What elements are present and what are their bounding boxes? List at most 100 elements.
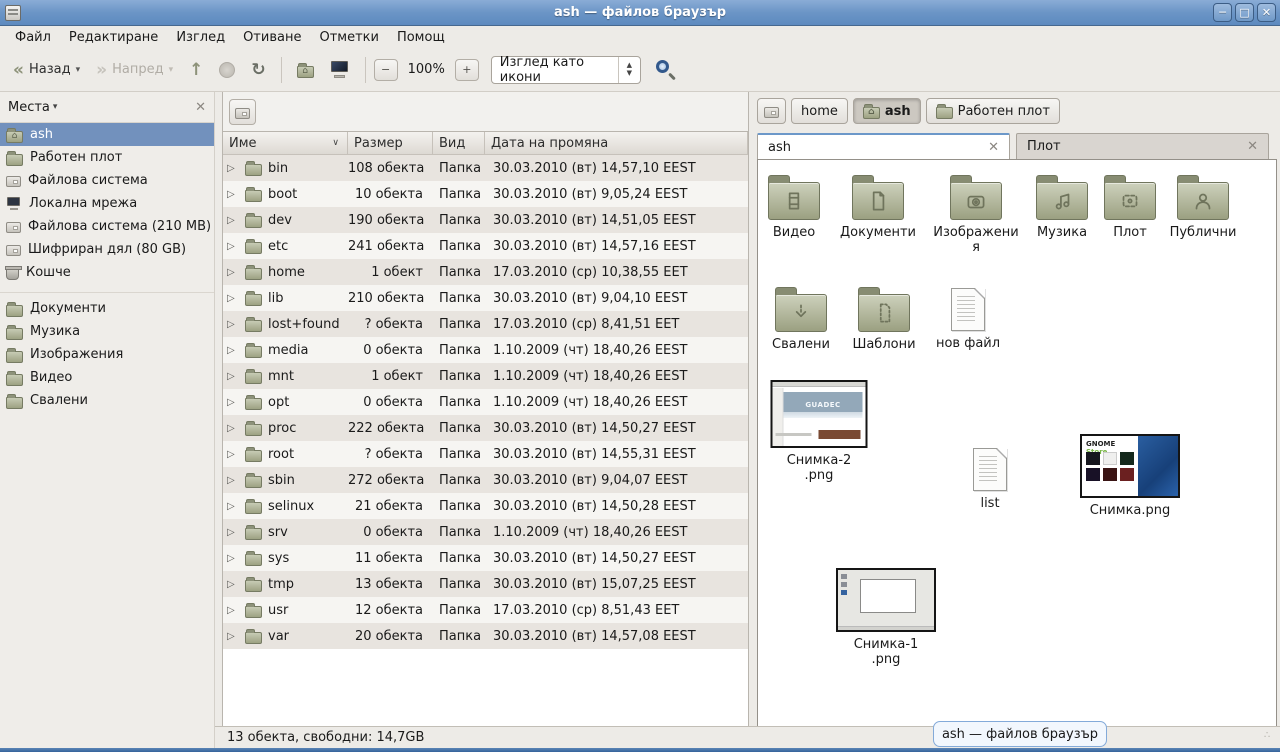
back-button[interactable]: « Назад ▾: [6, 57, 87, 82]
expander-icon[interactable]: ▷: [227, 189, 239, 200]
file-item[interactable]: Плот: [1100, 174, 1160, 240]
table-row[interactable]: ▷lib 210 обекта Папка 30.03.2010 (вт) 9,…: [223, 285, 748, 311]
sidebar-header[interactable]: Места: [8, 100, 53, 115]
close-button-icon[interactable]: ✕: [1257, 3, 1276, 22]
table-row[interactable]: ▷dev 190 обекта Папка 30.03.2010 (вт) 14…: [223, 207, 748, 233]
sidebar-item[interactable]: Музика: [0, 320, 214, 343]
table-row[interactable]: ▷media 0 обекта Папка 1.10.2009 (чт) 18,…: [223, 337, 748, 363]
file-item[interactable]: Музика: [1027, 174, 1097, 240]
menu-item[interactable]: Помощ: [388, 28, 454, 47]
menu-item[interactable]: Отметки: [310, 28, 387, 47]
sidebar-item[interactable]: Изображения: [0, 343, 214, 366]
expander-icon[interactable]: ▷: [227, 423, 239, 434]
expander-icon[interactable]: ▷: [227, 579, 239, 590]
tab-close-icon[interactable]: ✕: [988, 140, 999, 155]
table-row[interactable]: ▷usr 12 обекта Папка 17.03.2010 (ср) 8,5…: [223, 597, 748, 623]
table-row[interactable]: ▷lost+found ? обекта Папка 17.03.2010 (с…: [223, 311, 748, 337]
expander-icon[interactable]: ▷: [227, 319, 239, 330]
stop-button[interactable]: [212, 57, 242, 83]
sidebar-header-dropdown-icon[interactable]: ▾: [53, 102, 195, 112]
table-row[interactable]: ▷bin 108 обекта Папка 30.03.2010 (вт) 14…: [223, 155, 748, 181]
table-row[interactable]: ▷sbin 272 обекта Папка 30.03.2010 (вт) 9…: [223, 467, 748, 493]
file-item[interactable]: нов файл: [929, 288, 1007, 351]
computer-button[interactable]: [323, 56, 357, 83]
expander-icon[interactable]: ▷: [227, 553, 239, 564]
menu-item[interactable]: Редактиране: [60, 28, 167, 47]
menu-item[interactable]: Отиване: [234, 28, 310, 47]
expander-icon[interactable]: ▷: [227, 267, 239, 278]
icon-view[interactable]: Видео Документи Изображения Музика Плот …: [757, 159, 1277, 726]
expander-icon[interactable]: ▷: [227, 163, 239, 174]
expander-icon[interactable]: ▷: [227, 501, 239, 512]
back-dropdown-icon[interactable]: ▾: [76, 65, 81, 75]
table-row[interactable]: ▷root ? обекта Папка 30.03.2010 (вт) 14,…: [223, 441, 748, 467]
table-row[interactable]: ▷var 20 обекта Папка 30.03.2010 (вт) 14,…: [223, 623, 748, 649]
sidebar-item[interactable]: Кошче: [0, 261, 214, 284]
minimize-button-icon[interactable]: ─: [1213, 3, 1232, 22]
column-header[interactable]: Вид: [433, 132, 485, 154]
combo-spinner-icon[interactable]: ▲▼: [618, 57, 640, 83]
resize-grip[interactable]: ∴: [1264, 732, 1278, 746]
file-item[interactable]: list: [960, 448, 1020, 511]
file-item[interactable]: Изображения: [933, 174, 1019, 256]
table-row[interactable]: ▷home 1 обект Папка 17.03.2010 (ср) 10,3…: [223, 259, 748, 285]
menu-item[interactable]: Файл: [6, 28, 60, 47]
sidebar-item[interactable]: Локална мрежа: [0, 192, 214, 215]
expander-icon[interactable]: ▷: [227, 371, 239, 382]
menu-item[interactable]: Изглед: [167, 28, 234, 47]
view-mode-select[interactable]: Изглед като икони ▲▼: [491, 56, 641, 84]
expander-icon[interactable]: ▷: [227, 527, 239, 538]
home-button[interactable]: ⌂: [290, 57, 321, 83]
table-row[interactable]: ▷etc 241 обекта Папка 30.03.2010 (вт) 14…: [223, 233, 748, 259]
expander-icon[interactable]: ▷: [227, 605, 239, 616]
expander-icon[interactable]: ▷: [227, 345, 239, 356]
sidebar-close-icon[interactable]: ✕: [195, 100, 206, 115]
tab-ash[interactable]: ash ✕: [757, 133, 1010, 159]
sidebar-item[interactable]: Свалени: [0, 389, 214, 412]
filesystem-root-button[interactable]: [229, 99, 256, 125]
expander-icon[interactable]: ▷: [227, 397, 239, 408]
table-row[interactable]: ▷boot 10 обекта Папка 30.03.2010 (вт) 9,…: [223, 181, 748, 207]
column-header[interactable]: Дата на промяна: [485, 132, 748, 154]
file-item[interactable]: Шаблони: [845, 286, 923, 352]
table-row[interactable]: ▷tmp 13 обекта Папка 30.03.2010 (вт) 15,…: [223, 571, 748, 597]
sidebar-item[interactable]: ⌂ash: [0, 123, 214, 146]
zoom-in-button[interactable]: +: [455, 59, 479, 81]
sidebar-item[interactable]: Файлова система (210 MB): [0, 215, 214, 238]
file-item[interactable]: GNOME Store Снимка.png: [1078, 434, 1182, 518]
file-item[interactable]: Снимка-1.png: [836, 568, 936, 668]
file-item[interactable]: GUADEC Снимка-2.png: [771, 380, 868, 484]
expander-icon[interactable]: ▷: [227, 449, 239, 460]
expander-icon[interactable]: ▷: [227, 215, 239, 226]
breadcrumb-button[interactable]: [757, 98, 786, 124]
table-row[interactable]: ▷srv 0 обекта Папка 1.10.2009 (чт) 18,40…: [223, 519, 748, 545]
sidebar-item[interactable]: Файлова система: [0, 169, 214, 192]
expander-icon[interactable]: ▷: [227, 475, 239, 486]
sidebar-item[interactable]: Видео: [0, 366, 214, 389]
column-header[interactable]: Размер: [348, 132, 433, 154]
file-item[interactable]: Документи: [830, 174, 926, 240]
breadcrumb-button[interactable]: home: [791, 98, 848, 124]
expander-icon[interactable]: ▷: [227, 241, 239, 252]
taskbar-window-button[interactable]: ash — файлов браузър: [933, 721, 1107, 747]
forward-button[interactable]: » Напред ▾: [89, 57, 180, 82]
breadcrumb-button[interactable]: Работен плот: [926, 98, 1060, 124]
file-item[interactable]: Свалени: [762, 286, 840, 352]
table-row[interactable]: ▷opt 0 обекта Папка 1.10.2009 (чт) 18,40…: [223, 389, 748, 415]
tab-close-icon[interactable]: ✕: [1247, 139, 1258, 154]
tab-Плот[interactable]: Плот ✕: [1016, 133, 1269, 159]
file-item[interactable]: Публични: [1161, 174, 1245, 240]
column-header[interactable]: Име∨: [223, 132, 348, 154]
expander-icon[interactable]: ▷: [227, 293, 239, 304]
reload-button[interactable]: ↻: [244, 58, 272, 82]
expander-icon[interactable]: ▷: [227, 631, 239, 642]
file-item[interactable]: Видео: [759, 174, 829, 240]
table-row[interactable]: ▷sys 11 обекта Папка 30.03.2010 (вт) 14,…: [223, 545, 748, 571]
table-row[interactable]: ▷mnt 1 обект Папка 1.10.2009 (чт) 18,40,…: [223, 363, 748, 389]
up-button[interactable]: ↑: [182, 58, 210, 82]
sidebar-item[interactable]: Шифриран дял (80 GB): [0, 238, 214, 261]
zoom-out-button[interactable]: −: [374, 59, 398, 81]
sidebar-item[interactable]: Работен плот: [0, 146, 214, 169]
search-icon[interactable]: [655, 59, 677, 81]
sidebar-item[interactable]: Документи: [0, 297, 214, 320]
